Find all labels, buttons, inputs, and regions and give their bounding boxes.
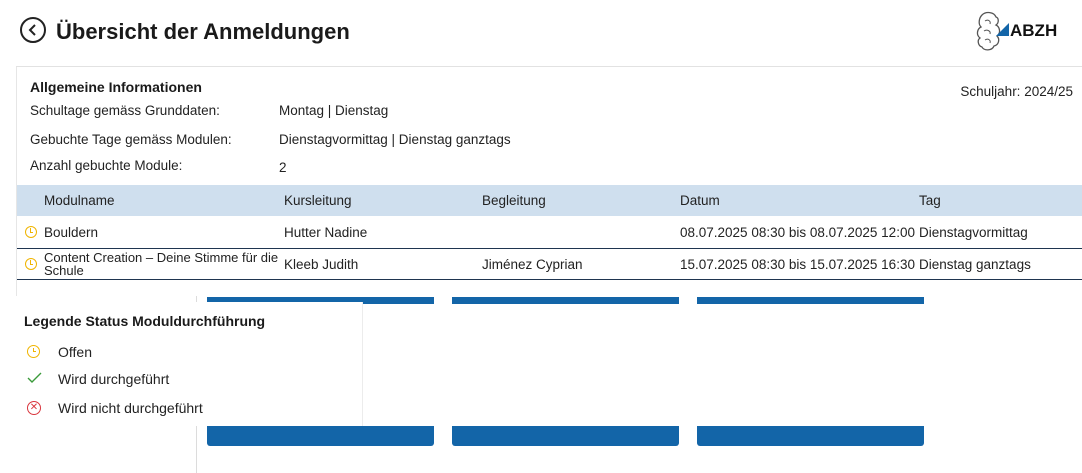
table-header: Modulname Kursleitung Begleitung Datum T… bbox=[17, 185, 1082, 216]
info-label-module-count: Anzahl gebuchte Module: bbox=[30, 158, 183, 173]
page-title: Übersicht der Anmeldungen bbox=[56, 19, 350, 44]
chevron-left-icon bbox=[28, 24, 36, 36]
column-header-kursleitung[interactable]: Kursleitung bbox=[284, 193, 352, 208]
cell-datum: 15.07.2025 08:30 bis 15.07.2025 16:30 bbox=[680, 257, 915, 272]
table-row[interactable]: Bouldern Hutter Nadine 08.07.2025 08:30 … bbox=[17, 217, 1082, 247]
logo-text: ABZH bbox=[1010, 21, 1058, 40]
cell-modulname: Content Creation – Deine Stimme für die … bbox=[44, 250, 279, 278]
row-divider bbox=[17, 279, 1082, 280]
clock-icon bbox=[27, 345, 40, 358]
x-circle-icon: ✕ bbox=[27, 401, 41, 415]
cell-kursleitung: Hutter Nadine bbox=[284, 225, 368, 240]
column-header-datum[interactable]: Datum bbox=[680, 193, 720, 208]
check-icon bbox=[27, 372, 42, 383]
legend-item-confirmed: Wird durchgeführt bbox=[58, 371, 170, 387]
page-header: Übersicht der Anmeldungen ABZH bbox=[0, 0, 1082, 66]
status-legend-panel: Legende Status Moduldurchführung Offen W… bbox=[8, 302, 363, 426]
cell-tag: Dienstagvormittag bbox=[919, 225, 1028, 240]
column-header-tag[interactable]: Tag bbox=[919, 193, 941, 208]
table-row[interactable]: Content Creation – Deine Stimme für die … bbox=[17, 249, 1082, 279]
column-header-begleitung[interactable]: Begleitung bbox=[482, 193, 546, 208]
background-button-3-top[interactable] bbox=[697, 297, 924, 304]
info-value-module-count: 2 bbox=[279, 160, 287, 175]
background-button-3[interactable] bbox=[697, 426, 924, 446]
cell-modulname: Bouldern bbox=[44, 225, 99, 240]
cell-datum: 08.07.2025 08:30 bis 08.07.2025 12:00 bbox=[680, 225, 915, 240]
cell-begleitung: Jiménez Cyprian bbox=[482, 257, 583, 272]
back-button[interactable] bbox=[20, 17, 46, 43]
background-button-2[interactable] bbox=[452, 426, 679, 446]
cell-tag: Dienstag ganztags bbox=[919, 257, 1031, 272]
legend-item-open: Offen bbox=[58, 344, 92, 360]
school-year: Schuljahr: 2024/25 bbox=[960, 84, 1073, 99]
column-header-modulname[interactable]: Modulname bbox=[44, 193, 115, 208]
info-label-booked-days: Gebuchte Tage gemäss Modulen: bbox=[30, 132, 232, 147]
background-button-2-top[interactable] bbox=[452, 297, 679, 304]
info-value-booked-days: Dienstagvormittag | Dienstag ganztags bbox=[279, 132, 511, 147]
legend-title: Legende Status Moduldurchführung bbox=[24, 313, 266, 329]
cell-kursleitung: Kleeb Judith bbox=[284, 257, 359, 272]
legend-item-cancelled: Wird nicht durchgeführt bbox=[58, 400, 203, 416]
info-title: Allgemeine Informationen bbox=[30, 79, 202, 95]
general-info-card: Allgemeine Informationen Schuljahr: 2024… bbox=[16, 67, 1082, 296]
background-button-1[interactable] bbox=[207, 426, 434, 446]
clock-icon bbox=[25, 226, 37, 238]
info-value-schooldays: Montag | Dienstag bbox=[279, 103, 389, 118]
abzh-logo: ABZH bbox=[972, 9, 1076, 55]
clock-icon bbox=[25, 258, 37, 270]
logo-triangle-icon bbox=[996, 23, 1009, 36]
info-label-schooldays: Schultage gemäss Grunddaten: bbox=[30, 103, 220, 118]
